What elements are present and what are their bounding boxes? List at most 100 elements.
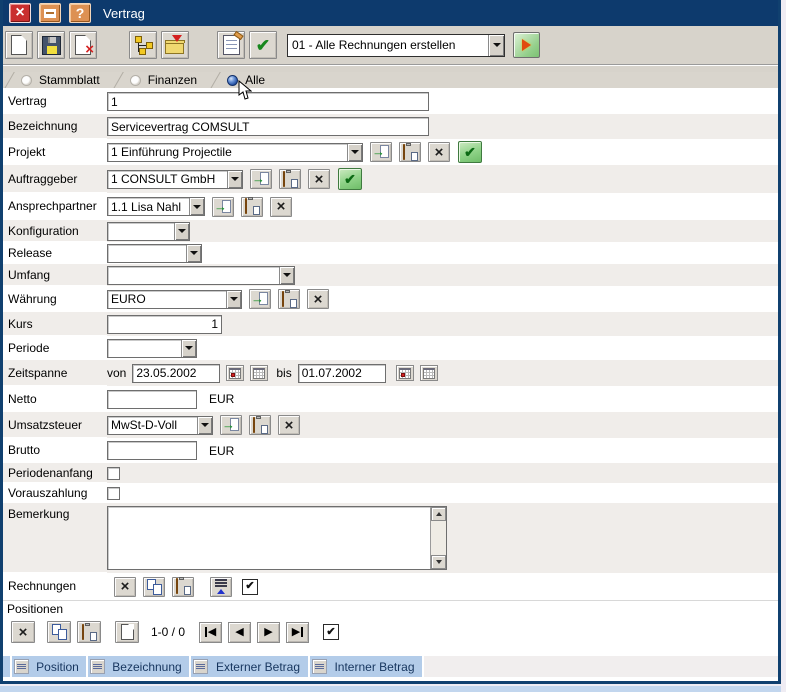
run-action-button[interactable]	[513, 32, 540, 58]
action-select[interactable]: 01 - Alle Rechnungen erstellen	[287, 34, 505, 57]
scroll-up-icon[interactable]	[431, 507, 446, 521]
umsatzsteuer-paste-button[interactable]	[249, 415, 271, 435]
chevron-down-icon[interactable]	[174, 223, 189, 240]
calendar-today-button[interactable]	[396, 365, 414, 381]
new-document-button[interactable]	[5, 31, 33, 59]
nav-first-button[interactable]: ◀	[199, 622, 222, 643]
help-icon[interactable]: ?	[69, 3, 91, 23]
positionen-paste-button[interactable]	[77, 621, 101, 643]
positionen-checked-checkbox[interactable]: ✔	[323, 624, 339, 640]
chevron-down-icon[interactable]	[227, 171, 242, 188]
nav-last-button[interactable]: ▶	[286, 622, 309, 643]
waehrung-paste-button[interactable]	[278, 289, 300, 309]
umsatzsteuer-select[interactable]: MwSt-D-Voll	[107, 416, 213, 435]
chevron-down-icon[interactable]	[279, 267, 294, 284]
form-row: Rechnungen × ✔	[3, 573, 778, 600]
chevron-down-icon[interactable]	[226, 291, 241, 308]
field-label: Release	[3, 242, 107, 264]
auftraggeber-confirm-button[interactable]: ✔	[338, 168, 362, 190]
save-button[interactable]	[37, 31, 65, 59]
prev-icon: ◀	[235, 627, 243, 638]
tab-stammblatt[interactable]: Stammblatt	[15, 72, 112, 88]
umsatzsteuer-clear-button[interactable]: ×	[278, 415, 300, 435]
netto-input[interactable]	[107, 390, 197, 409]
zeitspanne-von-input[interactable]	[132, 364, 220, 383]
ansprechpartner-value: 1.1 Lisa Nahl	[108, 200, 189, 214]
waehrung-goto-button[interactable]: →	[249, 289, 271, 309]
tab-label: Stammblatt	[39, 73, 100, 87]
waehrung-select[interactable]: EURO	[107, 290, 242, 309]
column-header-position[interactable]: Position	[12, 656, 86, 677]
periode-select[interactable]	[107, 339, 197, 358]
close-icon[interactable]: ×	[9, 3, 31, 23]
rechnungen-list-button[interactable]	[210, 577, 232, 597]
release-select[interactable]	[107, 244, 202, 263]
waehrung-clear-button[interactable]: ×	[307, 289, 329, 309]
projekt-paste-button[interactable]	[399, 142, 421, 162]
umsatzsteuer-goto-button[interactable]: →	[220, 415, 242, 435]
apply-button[interactable]: ✔	[249, 31, 277, 59]
tree-view-button[interactable]	[129, 31, 157, 59]
calendar-today-button[interactable]	[226, 365, 244, 381]
tab-radio-active-icon[interactable]	[227, 75, 238, 86]
projekt-select[interactable]: 1 Einführung Projectile	[107, 143, 363, 162]
rechnungen-copy-button[interactable]	[143, 577, 165, 597]
edit-form-button[interactable]	[217, 31, 245, 59]
chevron-down-icon[interactable]	[347, 144, 362, 161]
periodenanfang-checkbox[interactable]	[107, 467, 120, 480]
vorauszahlung-checkbox[interactable]	[107, 487, 120, 500]
calendar-picker-button[interactable]	[420, 365, 438, 381]
bis-label: bis	[276, 366, 291, 380]
positionen-new-button[interactable]	[115, 621, 139, 643]
rechnungen-paste-button[interactable]	[172, 577, 194, 597]
ansprechpartner-clear-button[interactable]: ×	[270, 197, 292, 217]
window-icon[interactable]	[39, 3, 61, 23]
bemerkung-textarea[interactable]	[107, 506, 447, 570]
nav-next-button[interactable]: ▶	[257, 622, 280, 643]
tab-radio-icon[interactable]	[21, 75, 32, 86]
column-header-bezeichnung[interactable]: Bezeichnung	[88, 656, 189, 677]
column-menu-icon[interactable]	[312, 659, 327, 674]
column-menu-icon[interactable]	[90, 659, 105, 674]
chevron-down-icon[interactable]	[197, 417, 212, 434]
kurs-input[interactable]	[107, 315, 222, 334]
column-header-externer-betrag[interactable]: Externer Betrag	[191, 656, 308, 677]
auftraggeber-goto-button[interactable]: →	[250, 169, 272, 189]
chevron-down-icon[interactable]	[488, 35, 504, 56]
bezeichnung-input[interactable]	[107, 117, 429, 136]
rechnungen-delete-button[interactable]: ×	[114, 577, 136, 597]
form-row: Konfiguration	[3, 220, 778, 242]
auftraggeber-select[interactable]: 1 CONSULT GmbH	[107, 170, 243, 189]
column-header-interner-betrag[interactable]: Interner Betrag	[310, 656, 422, 677]
column-menu-icon[interactable]	[14, 659, 29, 674]
auftraggeber-clear-button[interactable]: ×	[308, 169, 330, 189]
delete-button[interactable]: ×	[69, 31, 97, 59]
scroll-down-icon[interactable]	[431, 555, 446, 569]
konfiguration-select[interactable]	[107, 222, 190, 241]
chevron-down-icon[interactable]	[186, 245, 201, 262]
ansprechpartner-select[interactable]: 1.1 Lisa Nahl	[107, 197, 205, 216]
scrollbar[interactable]	[430, 507, 446, 569]
zeitspanne-bis-input[interactable]	[298, 364, 386, 383]
rechnungen-checked-checkbox[interactable]: ✔	[242, 579, 258, 595]
vertrag-input[interactable]	[107, 92, 429, 111]
positionen-delete-button[interactable]: ×	[11, 621, 35, 643]
projekt-clear-button[interactable]: ×	[428, 142, 450, 162]
tree-icon	[134, 36, 153, 55]
calendar-picker-button[interactable]	[250, 365, 268, 381]
ansprechpartner-goto-button[interactable]: →	[212, 197, 234, 217]
tab-finanzen[interactable]: Finanzen	[124, 72, 209, 88]
positionen-copy-button[interactable]	[47, 621, 71, 643]
ansprechpartner-paste-button[interactable]	[241, 197, 263, 217]
umfang-select[interactable]	[107, 266, 295, 285]
tab-radio-icon[interactable]	[130, 75, 141, 86]
column-menu-icon[interactable]	[193, 659, 208, 674]
chevron-down-icon[interactable]	[189, 198, 204, 215]
projekt-confirm-button[interactable]: ✔	[458, 141, 482, 163]
nav-prev-button[interactable]: ◀	[228, 622, 251, 643]
auftraggeber-paste-button[interactable]	[279, 169, 301, 189]
import-folder-button[interactable]	[161, 31, 189, 59]
chevron-down-icon[interactable]	[181, 340, 196, 357]
brutto-input[interactable]	[107, 441, 197, 460]
projekt-goto-button[interactable]: →	[370, 142, 392, 162]
